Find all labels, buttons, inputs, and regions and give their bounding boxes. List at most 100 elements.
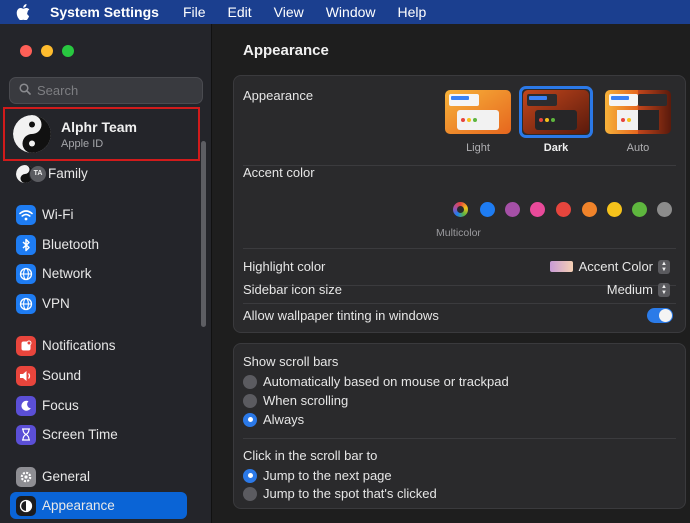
search-icon: [19, 82, 31, 100]
appearance-auto-option[interactable]: [605, 90, 671, 134]
accent-purple-swatch[interactable]: [505, 202, 520, 217]
apple-logo-icon[interactable]: [14, 3, 32, 21]
sidebar-item-label: General: [42, 469, 91, 484]
sidebar: Alphr Team Apple ID TA Family Wi-Fi B: [0, 24, 212, 523]
radio-label: Always: [263, 412, 305, 427]
menu-file[interactable]: File: [183, 4, 206, 20]
sidebar-item-vpn[interactable]: VPN: [10, 290, 187, 317]
accent-graphite-swatch[interactable]: [657, 202, 672, 217]
appearance-settings-panel: Appearance Light Dark Auto Accent color …: [233, 75, 686, 333]
highlight-color-row: Highlight color Accent Color ▲ ▼: [234, 249, 685, 285]
sidebar-item-wifi[interactable]: Wi-Fi: [10, 201, 187, 228]
profile-name: Alphr Team: [61, 118, 137, 135]
accent-green-swatch[interactable]: [632, 202, 647, 217]
light-preview-icon: [445, 90, 511, 134]
wallpaper-tint-toggle[interactable]: [647, 308, 673, 323]
accent-blue-swatch[interactable]: [480, 202, 495, 217]
sidebar-item-label: Sound: [42, 368, 82, 383]
family-initials-avatar: TA: [29, 164, 47, 183]
window-controls: [20, 45, 74, 57]
scroll-bars-option-auto[interactable]: Automatically based on mouse or trackpad: [243, 374, 509, 389]
scroll-bars-option-scrolling[interactable]: When scrolling: [243, 393, 348, 408]
highlight-color-popup[interactable]: Accent Color ▲ ▼: [549, 259, 670, 274]
radio-label: When scrolling: [263, 393, 349, 408]
sidebar-icon-size-popup[interactable]: Medium ▲ ▼: [607, 282, 670, 297]
accent-yellow-swatch[interactable]: [607, 202, 622, 217]
sidebar-scrollbar[interactable]: [201, 141, 206, 327]
accent-pink-swatch[interactable]: [530, 202, 545, 217]
page-title: Appearance: [243, 42, 329, 59]
radio-button[interactable]: [243, 486, 257, 501]
sidebar-item-network[interactable]: Network: [10, 260, 187, 287]
click-scroll-option-spot[interactable]: Jump to the spot that's clicked: [243, 486, 437, 501]
radio-button[interactable]: [243, 374, 257, 389]
sidebar-item-focus[interactable]: Focus: [10, 392, 187, 419]
sidebar-item-family[interactable]: TA Family: [10, 160, 187, 187]
show-scroll-bars-title: Show scroll bars: [243, 354, 339, 369]
accent-color-label: Accent color: [243, 165, 315, 180]
sidebar-icon-size-value: Medium: [606, 282, 653, 297]
main-content: Appearance Appearance Light Dark Auto Ac…: [213, 24, 690, 523]
sidebar-item-label: VPN: [42, 296, 70, 311]
radio-button-selected[interactable]: [243, 412, 257, 427]
appearance-row: Appearance Light Dark Auto: [234, 76, 685, 166]
click-scroll-option-next-page[interactable]: Jump to the next page: [243, 468, 392, 483]
zoom-window-button[interactable]: [62, 45, 74, 57]
radio-button-selected[interactable]: [243, 468, 257, 483]
sidebar-item-label: Focus: [42, 398, 79, 413]
radio-label: Automatically based on mouse or trackpad: [263, 374, 509, 389]
sidebar-item-bluetooth[interactable]: Bluetooth: [10, 231, 187, 258]
sidebar-item-appearance[interactable]: Appearance: [10, 492, 187, 519]
wallpaper-tint-row: Allow wallpaper tinting in windows: [234, 304, 685, 334]
avatar: [13, 115, 51, 153]
bluetooth-icon: [16, 234, 36, 255]
minimize-window-button[interactable]: [41, 45, 53, 57]
wifi-icon: [16, 204, 36, 225]
settings-window: Alphr Team Apple ID TA Family Wi-Fi B: [0, 24, 690, 523]
wallpaper-tint-label: Allow wallpaper tinting in windows: [243, 308, 439, 323]
search-box[interactable]: [9, 77, 203, 104]
accent-multicolor-swatch[interactable]: [453, 202, 468, 217]
hourglass-icon: [16, 424, 36, 445]
vpn-globe-icon: [16, 293, 36, 314]
stepper-arrows-icon: ▲ ▼: [658, 259, 670, 274]
appearance-light-option[interactable]: [445, 90, 511, 134]
appearance-auto-label: Auto: [626, 142, 650, 154]
radio-label: Jump to the next page: [263, 468, 392, 483]
scroll-bars-option-always[interactable]: Always: [243, 412, 304, 427]
profile-subtitle: Apple ID: [61, 137, 104, 150]
menu-app-name[interactable]: System Settings: [50, 4, 159, 20]
radio-label: Jump to the spot that's clicked: [263, 486, 437, 501]
sidebar-item-label: Family: [48, 166, 88, 181]
dark-preview-icon: [523, 90, 589, 134]
appearance-dark-label: Dark: [543, 142, 569, 154]
menu-view[interactable]: View: [274, 4, 304, 20]
sidebar-item-sound[interactable]: Sound: [10, 362, 187, 389]
sidebar-item-screen-time[interactable]: Screen Time: [10, 421, 187, 448]
menu-bar: System Settings File Edit View Window He…: [0, 0, 690, 24]
appearance-label: Appearance: [243, 88, 314, 103]
accent-red-swatch[interactable]: [556, 202, 571, 217]
highlight-color-swatch: [549, 261, 573, 272]
appearance-icon: [16, 495, 36, 516]
radio-button[interactable]: [243, 393, 257, 408]
gear-icon: [16, 466, 36, 487]
menu-help[interactable]: Help: [398, 4, 427, 20]
menu-window[interactable]: Window: [326, 4, 376, 20]
sidebar-item-label: Appearance: [42, 498, 115, 513]
sidebar-item-general[interactable]: General: [10, 463, 187, 490]
click-scroll-bar-title: Click in the scroll bar to: [243, 448, 378, 463]
sidebar-item-notifications[interactable]: Notifications: [10, 332, 187, 359]
menu-edit[interactable]: Edit: [228, 4, 252, 20]
globe-icon: [16, 263, 36, 284]
apple-id-profile[interactable]: Alphr Team Apple ID: [3, 107, 200, 161]
bell-icon: [16, 335, 36, 356]
auto-preview-icon: [605, 90, 671, 134]
close-window-button[interactable]: [20, 45, 32, 57]
search-input[interactable]: [37, 83, 197, 98]
appearance-dark-option[interactable]: [523, 90, 589, 134]
accent-orange-swatch[interactable]: [582, 202, 597, 217]
toggle-knob: [659, 309, 672, 322]
sidebar-item-label: Wi-Fi: [42, 207, 74, 222]
family-avatars: TA: [16, 164, 48, 184]
